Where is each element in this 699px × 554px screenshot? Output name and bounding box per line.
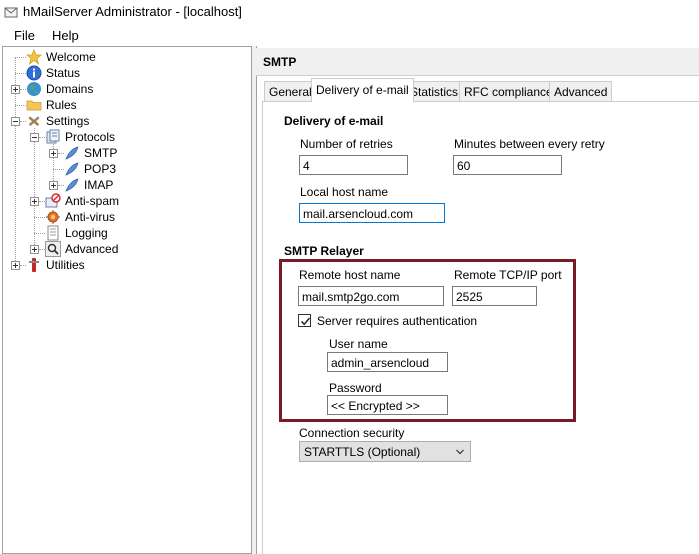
settings-expander[interactable] [11, 117, 20, 126]
relayer-group-title: SMTP Relayer [284, 244, 364, 258]
tree-line [34, 217, 45, 218]
tree-item-pop3[interactable]: POP3 [84, 161, 116, 177]
auth-checkbox[interactable] [298, 314, 311, 327]
tree-item-welcome[interactable]: Welcome [46, 49, 96, 65]
tree-line [53, 169, 64, 170]
port-label: Remote TCP/IP port [454, 268, 562, 282]
menu-file[interactable]: File [14, 28, 35, 43]
tree-line [15, 105, 26, 106]
tree-item-settings[interactable]: Settings [46, 113, 89, 129]
window-title: hMailServer Administrator - [localhost] [23, 4, 242, 19]
antispam-expander[interactable] [30, 197, 39, 206]
minutes-input[interactable]: 60 [453, 155, 562, 175]
localhost-label: Local host name [300, 185, 389, 199]
security-label: Connection security [299, 426, 405, 440]
auth-label: Server requires authentication [317, 314, 478, 328]
star-icon [26, 49, 42, 65]
remote-host-label: Remote host name [299, 268, 401, 282]
password-label: Password [329, 381, 382, 395]
protocols-icon [46, 129, 60, 144]
magnifier-icon [45, 241, 61, 257]
check-icon [300, 317, 311, 326]
log-icon [47, 225, 59, 241]
tree-line [15, 73, 26, 74]
tab-advanced[interactable]: Advanced [549, 81, 613, 101]
tree-item-logging[interactable]: Logging [65, 225, 108, 241]
tree-item-imap[interactable]: IMAP [84, 177, 113, 193]
tab-delivery[interactable]: Delivery of e-mail [311, 78, 414, 102]
delivery-group-title: Delivery of e-mail [284, 114, 384, 128]
protocols-expander[interactable] [30, 133, 39, 142]
tree-item-smtp[interactable]: SMTP [84, 145, 117, 161]
menu-help[interactable]: Help [52, 28, 79, 43]
antivirus-icon [46, 210, 60, 224]
feather-icon [65, 178, 79, 192]
tree-item-status[interactable]: Status [46, 65, 80, 81]
utilities-expander[interactable] [11, 261, 20, 270]
port-input[interactable]: 2525 [452, 286, 537, 306]
chevron-down-icon [456, 449, 464, 455]
section-title: SMTP [263, 55, 297, 69]
tree-item-advanced[interactable]: Advanced [65, 241, 118, 257]
tab-rfc-compliance[interactable]: RFC compliance [459, 81, 558, 101]
tab-general[interactable]: General [264, 81, 317, 101]
utilities-icon [29, 258, 39, 272]
info-icon [26, 65, 42, 81]
tree-line [34, 128, 35, 249]
tree-item-antivirus[interactable]: Anti-virus [65, 209, 115, 225]
globe-icon [27, 82, 41, 96]
tree-line [34, 233, 45, 234]
retries-input[interactable]: 4 [299, 155, 408, 175]
folder-icon [26, 100, 42, 111]
tree-item-protocols[interactable]: Protocols [65, 129, 115, 145]
feather-icon [65, 146, 79, 160]
feather-icon [65, 162, 79, 176]
app-icon [4, 7, 18, 18]
menu-bar: File Help [0, 24, 699, 46]
username-label: User name [329, 337, 388, 351]
smtp-expander[interactable] [49, 149, 58, 158]
username-input[interactable]: admin_arsencloud [327, 352, 448, 372]
localhost-input[interactable]: mail.arsencloud.com [299, 203, 445, 223]
advanced-expander[interactable] [30, 245, 39, 254]
tree-item-rules[interactable]: Rules [46, 97, 77, 113]
tree-line [15, 57, 26, 58]
imap-expander[interactable] [49, 181, 58, 190]
retries-label: Number of retries [300, 137, 393, 151]
antispam-icon [45, 193, 61, 208]
security-value: STARTTLS (Optional) [304, 445, 421, 459]
title-bar: hMailServer Administrator - [localhost] [0, 0, 699, 24]
section-header: SMTP [256, 48, 699, 76]
minutes-label: Minutes between every retry [454, 137, 605, 151]
tools-icon [28, 116, 40, 127]
password-input[interactable]: << Encrypted >> [327, 395, 448, 415]
tree-item-antispam[interactable]: Anti-spam [65, 193, 119, 209]
remote-host-input[interactable]: mail.smtp2go.com [298, 286, 444, 306]
security-select[interactable]: STARTTLS (Optional) [299, 441, 471, 462]
tree-item-domains[interactable]: Domains [46, 81, 93, 97]
domains-expander[interactable] [11, 85, 20, 94]
tree-item-utilities[interactable]: Utilities [46, 257, 85, 273]
